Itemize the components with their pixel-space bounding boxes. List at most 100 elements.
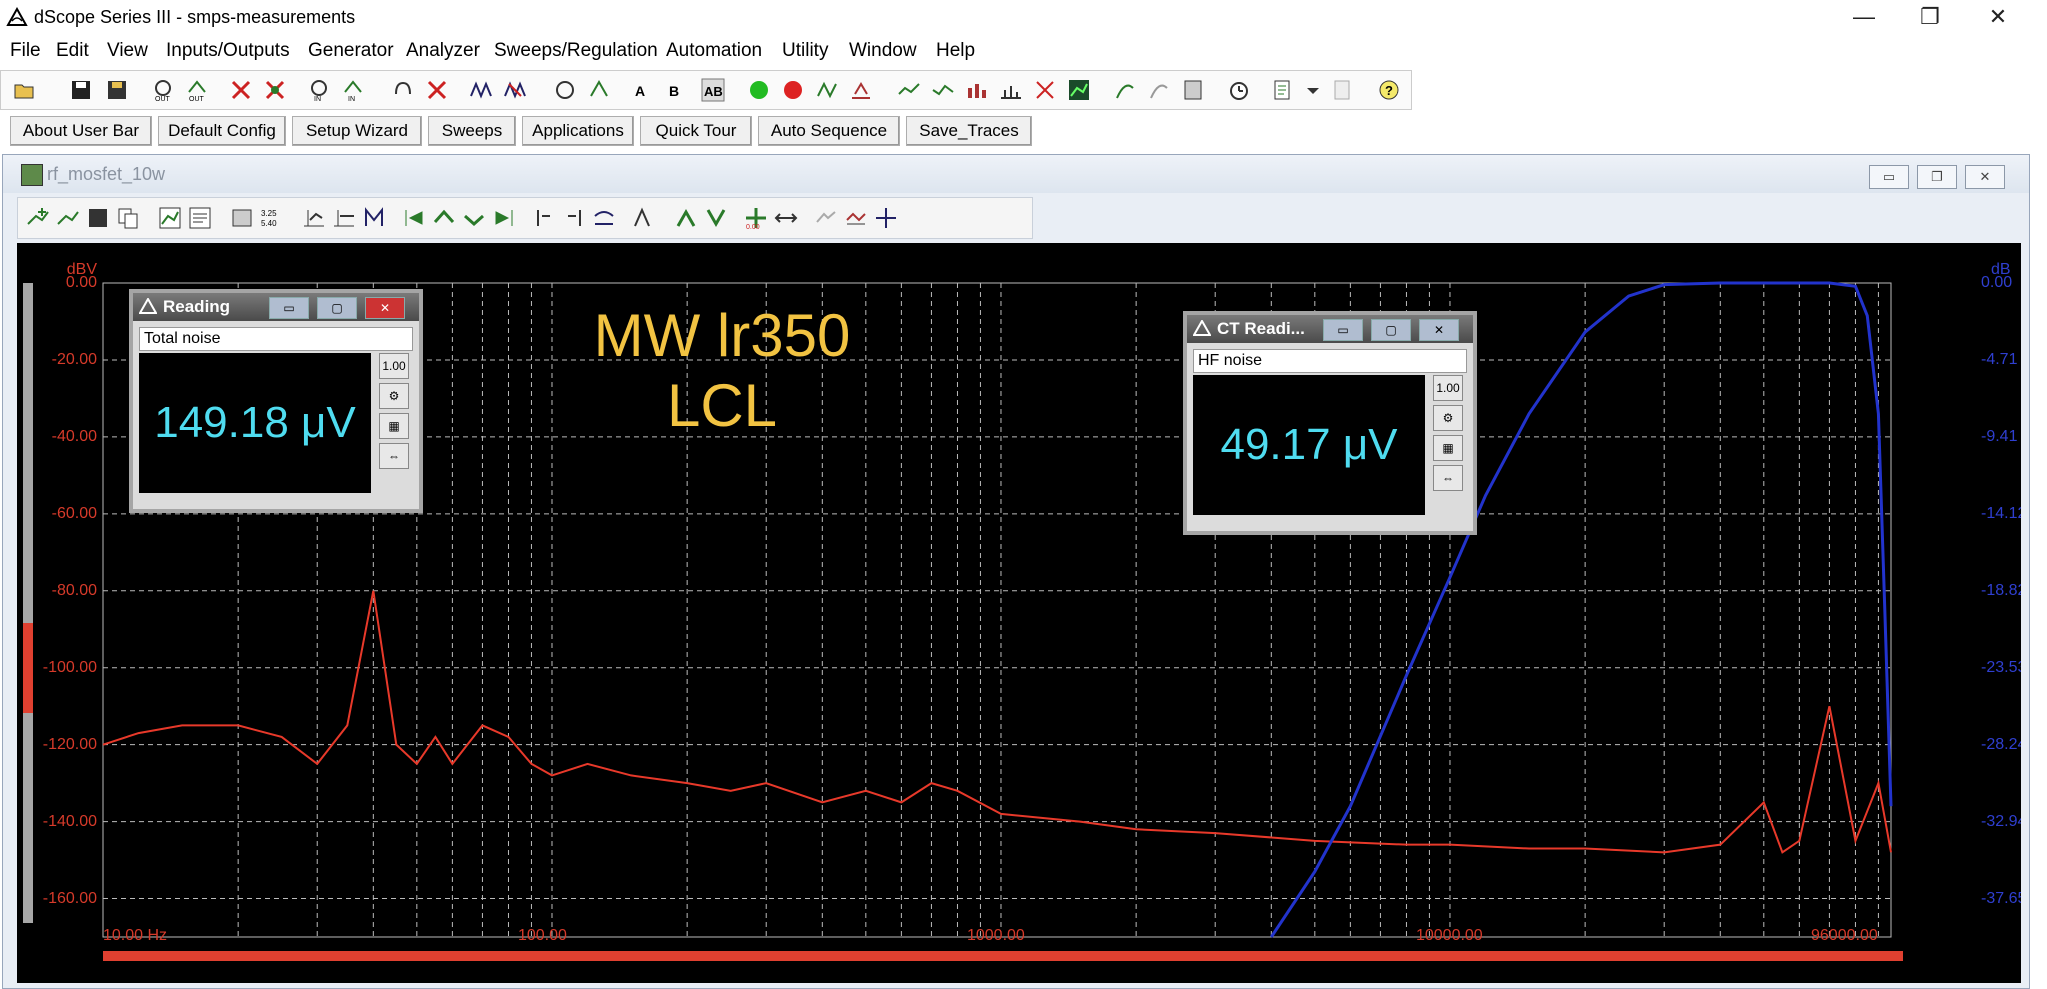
menu-utility[interactable]: Utility	[782, 40, 828, 62]
analyzer-icon[interactable]	[553, 78, 577, 102]
doc-restore-button[interactable]: ❐	[1917, 165, 1957, 189]
scale-button[interactable]: 1.00	[379, 353, 409, 379]
trace-a-icon[interactable]	[897, 78, 921, 102]
trace-arrows-icon[interactable]	[774, 206, 798, 230]
cursor-next-peak-icon[interactable]	[462, 206, 486, 230]
analyzer-settings-icon[interactable]	[587, 78, 611, 102]
smooth-icon[interactable]	[814, 206, 838, 230]
sweep-stop-icon[interactable]	[503, 78, 527, 102]
sweeps-button[interactable]: Sweeps	[428, 116, 516, 146]
menu-file[interactable]: File	[10, 40, 41, 62]
settings-icon[interactable]: ⚙	[1433, 405, 1463, 431]
marker-icon[interactable]	[1033, 78, 1057, 102]
spectrum-icon[interactable]	[1067, 78, 1091, 102]
help-icon[interactable]: ?	[1377, 78, 1401, 102]
menu-help[interactable]: Help	[936, 40, 975, 62]
doc-close-button[interactable]: ✕	[1965, 165, 2005, 189]
reading-close-button[interactable]: ✕	[365, 297, 405, 319]
scale-button[interactable]: 1.00	[1433, 375, 1463, 401]
calculator-icon[interactable]	[1181, 78, 1205, 102]
expand-icon[interactable]: ⇔	[379, 443, 409, 469]
trace-options-icon[interactable]	[874, 206, 898, 230]
autoscale-icon[interactable]	[362, 206, 386, 230]
trigger-icon[interactable]	[815, 78, 839, 102]
trace-add-points-icon[interactable]: 0.00	[744, 206, 768, 231]
marker-compare-icon[interactable]	[592, 206, 616, 230]
limits-up-icon[interactable]	[674, 206, 698, 230]
peak-find-icon[interactable]	[632, 206, 656, 230]
menu-inputs-outputs[interactable]: Inputs/Outputs	[166, 40, 290, 62]
save-icon[interactable]	[69, 78, 93, 102]
marker-right-icon[interactable]	[562, 206, 586, 230]
dropdown-arrow-icon[interactable]	[1301, 78, 1325, 102]
settings-icon[interactable]: ⚙	[379, 383, 409, 409]
save-graph-icon[interactable]	[86, 206, 110, 230]
reading-close-button[interactable]: ✕	[1419, 319, 1459, 341]
report-disabled-icon[interactable]	[1331, 78, 1355, 102]
maximize-button[interactable]: ❐	[1908, 2, 1952, 32]
menu-window[interactable]: Window	[849, 40, 917, 62]
headphone-icon[interactable]	[391, 78, 415, 102]
reading-window-hf-noise[interactable]: CT Readi... ▭ ▢ ✕ HF noise 49.17 μV 1.00…	[1183, 311, 1477, 535]
script-alt-icon[interactable]	[1147, 78, 1171, 102]
open-folder-icon[interactable]	[13, 78, 37, 102]
minimize-button[interactable]: —	[1842, 2, 1886, 32]
regulation-icon[interactable]	[849, 78, 873, 102]
remove-trace-icon[interactable]	[56, 206, 80, 230]
cursor-left-icon[interactable]	[402, 206, 426, 230]
trace-b-icon[interactable]	[931, 78, 955, 102]
menu-analyzer[interactable]: Analyzer	[406, 40, 480, 62]
close-button[interactable]: ✕	[1976, 2, 2020, 32]
quick-tour-button[interactable]: Quick Tour	[640, 116, 752, 146]
save-traces-button[interactable]: Save_Traces	[906, 116, 1032, 146]
calculator-icon[interactable]: ▦	[1433, 435, 1463, 461]
reading-minimize-button[interactable]: ▭	[269, 297, 309, 319]
level-graph-icon[interactable]	[999, 78, 1023, 102]
output-on-icon[interactable]: OUT	[151, 78, 175, 103]
auto-sequence-button[interactable]: Auto Sequence	[758, 116, 900, 146]
reading-maximize-button[interactable]: ▢	[1371, 319, 1411, 341]
menu-sweeps-regulation[interactable]: Sweeps/Regulation	[494, 40, 658, 62]
output-off-icon[interactable]	[229, 78, 253, 102]
menu-edit[interactable]: Edit	[56, 40, 89, 62]
input-settings-icon[interactable]: IN	[341, 78, 365, 103]
numeric-table-icon[interactable]: 3.25 5.40	[260, 206, 284, 230]
zoom-out-icon[interactable]	[332, 206, 356, 230]
menu-generator[interactable]: Generator	[308, 40, 394, 62]
stop-red-icon[interactable]	[781, 78, 805, 102]
run-green-icon[interactable]	[747, 78, 771, 102]
reading-maximize-button[interactable]: ▢	[317, 297, 357, 319]
doc-minimize-button[interactable]: ▭	[1869, 165, 1909, 189]
channel-b-icon[interactable]: B	[667, 78, 691, 102]
about-user-bar-button[interactable]: About User Bar	[10, 116, 152, 146]
reading-window-total-noise[interactable]: Reading ▭ ▢ ✕ Total noise 149.18 μV 1.00…	[129, 289, 423, 513]
default-config-button[interactable]: Default Config	[158, 116, 286, 146]
spectrum-plot[interactable]: dBV dB 0.00 -20.00 -40.00 -60.00 -80.00 -100.…	[17, 243, 2021, 983]
marker-left-icon[interactable]	[532, 206, 556, 230]
limits-down-icon[interactable]	[704, 206, 728, 230]
save-as-icon[interactable]	[105, 78, 129, 102]
graph-view-icon[interactable]	[158, 206, 182, 230]
average-icon[interactable]	[844, 206, 868, 230]
copy-graph-icon[interactable]	[116, 206, 140, 230]
channel-a-icon[interactable]: A	[633, 78, 657, 102]
sweep-icon[interactable]	[469, 78, 493, 102]
bar-graph-icon[interactable]	[965, 78, 989, 102]
alarm-clock-icon[interactable]	[1227, 78, 1251, 102]
applications-button[interactable]: Applications	[522, 116, 634, 146]
output-off-settings-icon[interactable]	[263, 78, 287, 102]
zoom-in-icon[interactable]	[302, 206, 326, 230]
channel-ab-icon[interactable]: AB	[701, 78, 725, 102]
report-icon[interactable]	[1271, 78, 1295, 102]
output-settings-icon[interactable]: OUT	[185, 78, 209, 103]
cursor-peak-icon[interactable]	[432, 206, 456, 230]
script-icon[interactable]	[1113, 78, 1137, 102]
setup-wizard-button[interactable]: Setup Wizard	[292, 116, 422, 146]
menu-automation[interactable]: Automation	[666, 40, 762, 62]
cursor-right-icon[interactable]	[492, 206, 516, 230]
calculator-icon[interactable]: ▦	[379, 413, 409, 439]
add-trace-icon[interactable]	[26, 206, 50, 230]
graph-settings-icon[interactable]	[188, 206, 212, 230]
mute-icon[interactable]	[425, 78, 449, 102]
menu-view[interactable]: View	[107, 40, 148, 62]
